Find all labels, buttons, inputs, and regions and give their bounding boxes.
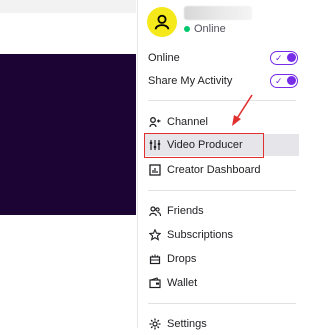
online-status: Online: [184, 22, 226, 36]
menu-item-friends[interactable]: Friends: [144, 200, 299, 222]
menu-item-label: Drops: [167, 253, 197, 265]
online-toggle-label: Online: [148, 52, 180, 64]
drops-icon: [149, 254, 161, 265]
menu-item-settings[interactable]: Settings: [144, 313, 299, 335]
online-toggle[interactable]: ✓: [270, 51, 298, 65]
menu-item-wallet[interactable]: Wallet: [144, 272, 299, 294]
wallet-icon: [149, 277, 161, 289]
toggle-knob: [287, 76, 296, 85]
divider: [148, 190, 296, 191]
username-redacted: [184, 6, 252, 20]
menu-item-subscriptions[interactable]: Subscriptions: [144, 224, 299, 246]
check-icon: ✓: [275, 53, 283, 63]
menu-item-label: Creator Dashboard: [167, 164, 261, 176]
share-activity-toggle-row: Share My Activity ✓: [148, 71, 298, 91]
menu-item-channel[interactable]: Channel: [144, 111, 299, 133]
divider: [148, 100, 296, 101]
check-icon: ✓: [275, 76, 283, 86]
toggle-knob: [287, 53, 296, 62]
annotation-highlight-box: [144, 133, 264, 158]
online-status-label: Online: [194, 23, 226, 35]
share-activity-toggle[interactable]: ✓: [270, 74, 298, 88]
share-activity-label: Share My Activity: [148, 75, 233, 87]
channel-icon: [149, 117, 161, 128]
menu-item-label: Settings: [167, 318, 207, 330]
menu-item-label: Wallet: [167, 277, 198, 289]
menu-item-creator-dashboard[interactable]: Creator Dashboard: [144, 159, 299, 181]
gear-icon: [149, 318, 161, 330]
menu-item-label: Channel: [167, 116, 208, 128]
divider: [148, 303, 296, 304]
dashboard-icon: [149, 164, 161, 176]
annotation-arrow-icon: [232, 94, 253, 126]
menu-item-label: Subscriptions: [167, 229, 234, 241]
friends-icon: [149, 206, 161, 217]
online-dot-icon: [184, 26, 190, 32]
top-bar: [0, 0, 136, 13]
user-menu-dropdown: Online Online ✓ Share My Activity ✓ Chan…: [137, 0, 308, 330]
avatar[interactable]: [147, 7, 177, 37]
online-toggle-row: Online ✓: [148, 48, 298, 68]
page-background: [0, 0, 136, 328]
star-icon: [149, 229, 161, 241]
user-icon: [154, 14, 170, 30]
menu-item-drops[interactable]: Drops: [144, 248, 299, 270]
video-player[interactable]: [0, 54, 136, 215]
menu-item-label: Friends: [167, 205, 204, 217]
